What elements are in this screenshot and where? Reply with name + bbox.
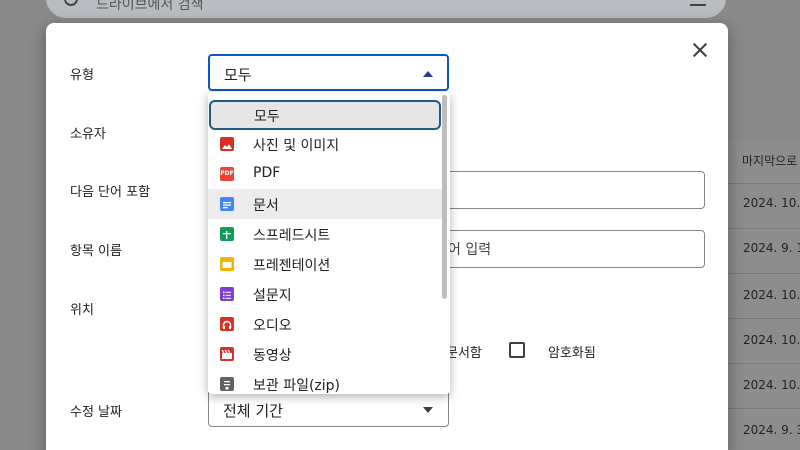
menu-item-video[interactable]: 동영상 bbox=[208, 339, 442, 369]
menu-item-archive[interactable]: 보관 파일(zip) bbox=[208, 369, 442, 394]
chevron-down-icon bbox=[423, 407, 433, 413]
menu-item-images[interactable]: 사진 및 이미지 bbox=[208, 129, 442, 159]
video-icon bbox=[220, 347, 234, 361]
menu-item-label: 사진 및 이미지 bbox=[253, 138, 340, 154]
background-date: 2024. 10. bbox=[743, 196, 800, 210]
menu-item-label: 오디오 bbox=[253, 318, 292, 334]
location-label: 위치 bbox=[70, 303, 94, 318]
background-date: 2024. 10. bbox=[743, 288, 800, 302]
menu-item-all[interactable]: 모두 bbox=[209, 100, 441, 130]
arrow-up-icon bbox=[423, 71, 433, 77]
menu-item-label: PDF bbox=[253, 165, 281, 181]
item-name-label: 항목 이름 bbox=[70, 244, 122, 259]
modified-date-label: 수정 날짜 bbox=[70, 405, 122, 420]
menu-item-docs[interactable]: 문서 bbox=[208, 189, 442, 219]
type-dropdown-menu: 모두 사진 및 이미지 PDF PDF 문서 스프레드시트 프레젠테이션 설문지 bbox=[208, 92, 450, 394]
type-label: 유형 bbox=[70, 68, 94, 83]
menu-item-sheets[interactable]: 스프레드시트 bbox=[208, 219, 442, 249]
image-icon bbox=[220, 137, 234, 151]
checkbox-label-partial: 문서함 bbox=[446, 346, 482, 361]
table-row-divider bbox=[728, 183, 800, 184]
modified-date-value: 전체 기간 bbox=[223, 402, 283, 420]
tune-icon bbox=[690, 0, 706, 6]
includes-words-input[interactable] bbox=[440, 171, 705, 209]
table-row-divider bbox=[728, 273, 800, 274]
owner-label: 소유자 bbox=[70, 127, 106, 142]
close-icon[interactable] bbox=[688, 38, 712, 62]
encrypted-label: 암호화됨 bbox=[548, 346, 596, 361]
background-date: 2024. 9. 3 bbox=[743, 423, 800, 437]
menu-item-label: 스프레드시트 bbox=[253, 228, 331, 244]
menu-item-label: 동영상 bbox=[253, 348, 292, 364]
pdf-icon: PDF bbox=[220, 167, 234, 181]
docs-icon bbox=[220, 197, 234, 211]
type-select[interactable]: 모두 bbox=[208, 54, 449, 91]
forms-icon bbox=[220, 287, 234, 301]
menu-item-slides[interactable]: 프레젠테이션 bbox=[208, 249, 442, 279]
slides-icon bbox=[220, 257, 234, 271]
background-date: 2024. 9. 1 bbox=[743, 241, 800, 255]
sheets-icon bbox=[220, 227, 234, 241]
menu-item-pdf[interactable]: PDF PDF bbox=[208, 159, 442, 189]
dropdown-scrollbar[interactable] bbox=[442, 95, 447, 299]
modified-date-select[interactable]: 전체 기간 bbox=[208, 390, 449, 427]
background-column-header: 마지막으로 bbox=[742, 154, 798, 168]
menu-item-label: 보관 파일(zip) bbox=[253, 378, 341, 394]
audio-icon bbox=[220, 317, 234, 331]
menu-item-label: 설문지 bbox=[253, 288, 292, 304]
type-select-value: 모두 bbox=[224, 66, 252, 84]
menu-item-forms[interactable]: 설문지 bbox=[208, 279, 442, 309]
background-date: 2024. 10. bbox=[743, 333, 800, 347]
background-search-placeholder: 드라이브에서 검색 bbox=[96, 0, 204, 13]
table-row-divider bbox=[728, 363, 800, 364]
item-name-placeholder: 어 입력 bbox=[448, 242, 492, 258]
menu-item-label: 문서 bbox=[253, 198, 279, 214]
table-row-divider bbox=[728, 318, 800, 319]
menu-item-label: 모두 bbox=[254, 109, 280, 125]
includes-words-label: 다음 단어 포함 bbox=[70, 185, 151, 200]
menu-item-label: 프레젠테이션 bbox=[253, 258, 331, 274]
menu-item-audio[interactable]: 오디오 bbox=[208, 309, 442, 339]
table-row-divider bbox=[728, 408, 800, 409]
background-date: 2024. 10. bbox=[743, 378, 800, 392]
encrypted-checkbox[interactable] bbox=[509, 342, 525, 358]
archive-icon bbox=[220, 377, 234, 391]
table-row-divider bbox=[728, 228, 800, 229]
